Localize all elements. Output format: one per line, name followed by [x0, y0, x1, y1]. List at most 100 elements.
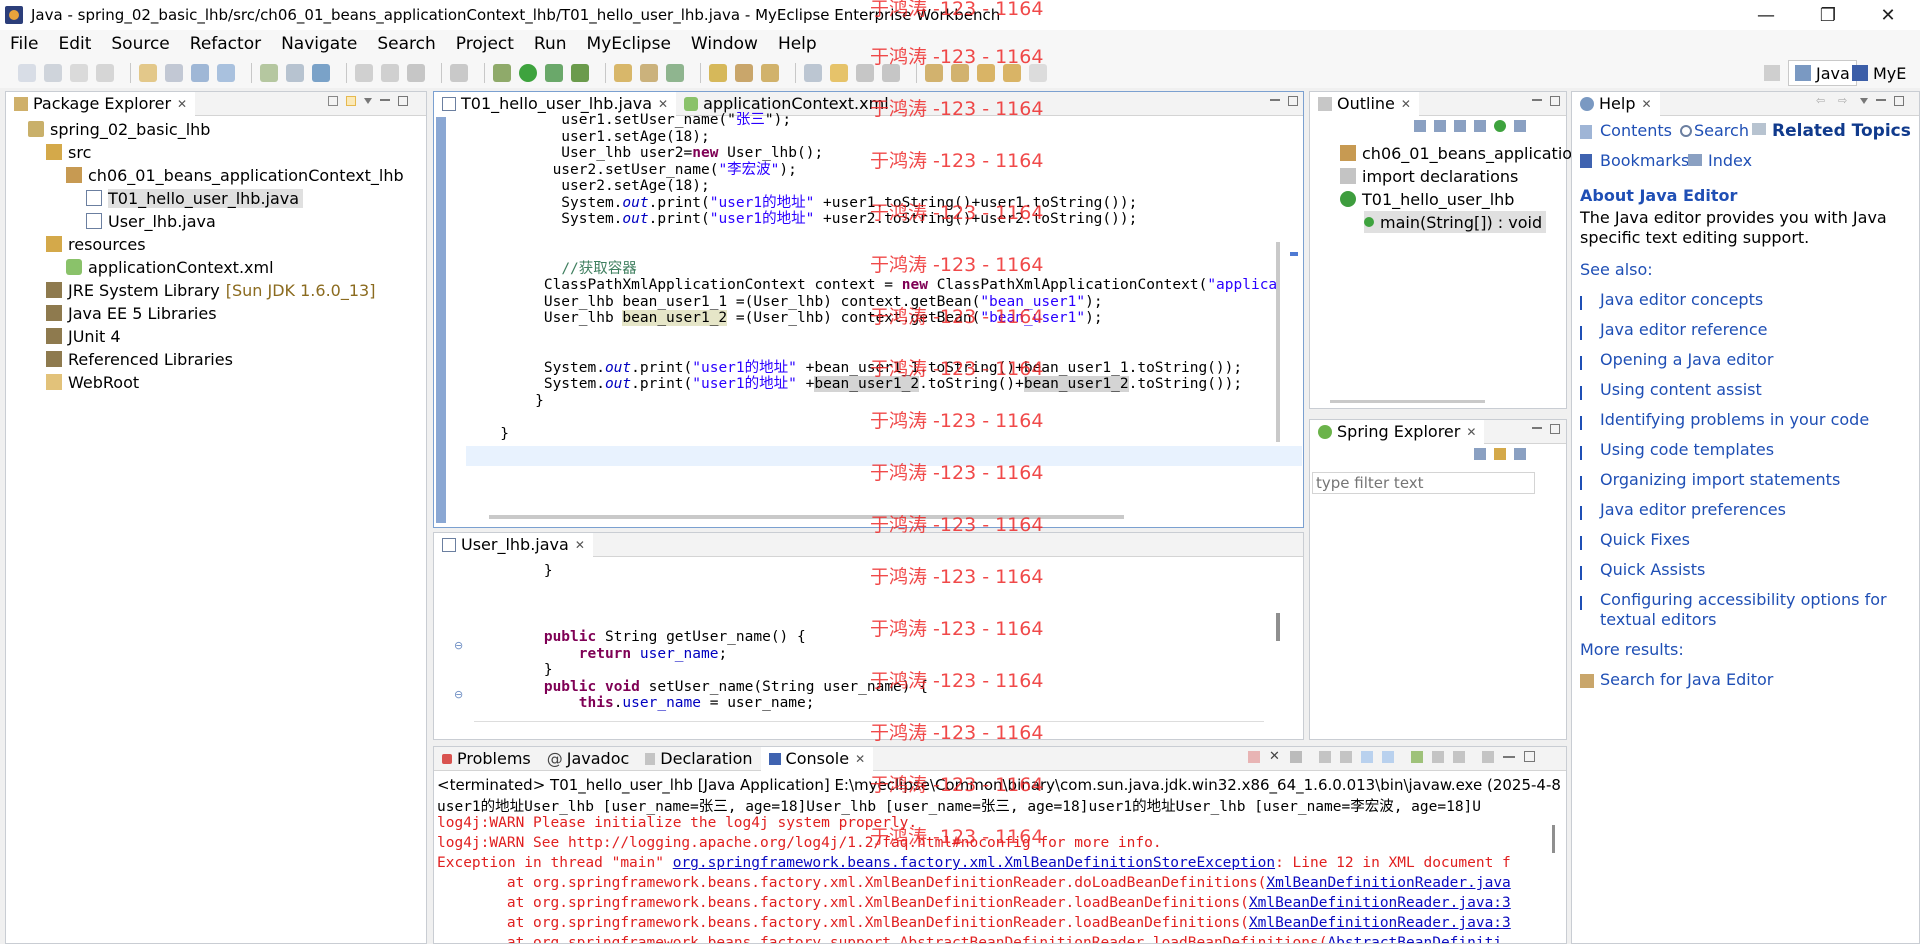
- help-contents-link[interactable]: Contents: [1600, 121, 1672, 140]
- hide-nonpublic-icon[interactable]: [1494, 120, 1506, 132]
- minimize-view-icon[interactable]: [380, 98, 390, 101]
- hide-fields-icon[interactable]: [1454, 120, 1466, 132]
- help-link-item[interactable]: Java editor preferences: [1600, 500, 1786, 519]
- menu-run[interactable]: Run: [534, 34, 567, 54]
- search-tool-icon[interactable]: [735, 64, 753, 82]
- help-link-item[interactable]: Quick Fixes: [1600, 530, 1690, 549]
- hide-static-icon[interactable]: [1474, 120, 1486, 132]
- sort-icon[interactable]: [1514, 448, 1526, 460]
- help-search-link[interactable]: Search: [1694, 121, 1749, 140]
- new-icon[interactable]: [18, 64, 36, 82]
- tab-declaration[interactable]: Declaration: [637, 747, 760, 771]
- tab-javadoc[interactable]: @ Javadoc: [539, 747, 638, 771]
- perspective-java[interactable]: Java: [1788, 60, 1857, 86]
- new-java-project-icon[interactable]: [614, 64, 632, 82]
- tab-spring-explorer[interactable]: Spring Explorer ✕: [1310, 419, 1485, 444]
- stack-source-link[interactable]: XmlBeanDefinitionReader.java:3: [1249, 915, 1511, 931]
- pin-console-icon[interactable]: [1411, 751, 1423, 763]
- menu-navigate[interactable]: Navigate: [281, 34, 357, 54]
- help-search-for-link[interactable]: Search for Java Editor: [1600, 670, 1773, 689]
- help-bookmarks-link[interactable]: Bookmarks: [1600, 151, 1689, 170]
- web-service-icon[interactable]: [217, 64, 235, 82]
- browser-icon[interactable]: [312, 64, 330, 82]
- tree-javaee[interactable]: Java EE 5 Libraries: [46, 302, 217, 324]
- maximize-button[interactable]: ❐: [1798, 0, 1858, 30]
- perspective-myeclipse[interactable]: MyE: [1852, 60, 1906, 86]
- close-icon[interactable]: ✕: [1641, 97, 1651, 111]
- tree-project[interactable]: spring_02_basic_lhb: [28, 118, 210, 140]
- stack-source-link[interactable]: AbstractBeanDefiniti: [1327, 935, 1502, 943]
- menu-search[interactable]: Search: [377, 34, 435, 54]
- menu-help[interactable]: Help: [778, 34, 817, 54]
- maximize-view-icon[interactable]: [1894, 96, 1904, 106]
- show-on-stdout-icon[interactable]: [1361, 751, 1373, 763]
- tree-file-t01[interactable]: T01_hello_user_lhb.java: [86, 187, 304, 209]
- help-link-item[interactable]: Quick Assists: [1600, 560, 1705, 579]
- menu-project[interactable]: Project: [456, 34, 514, 54]
- tree-resources[interactable]: resources: [46, 233, 146, 255]
- close-icon[interactable]: ✕: [855, 752, 865, 766]
- mark-occurrences-icon[interactable]: [804, 64, 822, 82]
- console-icon[interactable]: [450, 64, 468, 82]
- minimize-view-icon[interactable]: [1532, 98, 1542, 101]
- display-console-icon[interactable]: [1432, 751, 1444, 763]
- tree-package[interactable]: ch06_01_beans_applicationContext_lhb: [66, 164, 404, 186]
- collapse-all-icon[interactable]: [328, 96, 338, 106]
- coverage-icon[interactable]: [571, 64, 589, 82]
- highlight-icon[interactable]: [830, 64, 848, 82]
- tree-jre[interactable]: JRE System Library [Sun JDK 1.6.0_13]: [46, 279, 375, 301]
- help-link-item[interactable]: Java editor reference: [1600, 320, 1767, 339]
- deploy-icon[interactable]: [191, 64, 209, 82]
- toggle-icon[interactable]: [407, 64, 425, 82]
- collapse-all-icon[interactable]: [1414, 120, 1426, 132]
- spring-filter-input[interactable]: [1312, 472, 1535, 494]
- view-menu-icon[interactable]: [1860, 98, 1868, 106]
- open-perspective-button[interactable]: [1764, 60, 1780, 86]
- annotation-icon[interactable]: [761, 64, 779, 82]
- collapse-all-icon[interactable]: [1474, 448, 1486, 460]
- tab-console[interactable]: Console ✕: [760, 746, 874, 771]
- print-icon[interactable]: [96, 64, 114, 82]
- stack-source-link[interactable]: XmlBeanDefinitionReader.java: [1266, 875, 1510, 891]
- editor-vscroll[interactable]: [1276, 613, 1280, 641]
- run-external-icon[interactable]: [545, 64, 563, 82]
- forward-icon[interactable]: ⇨: [1838, 95, 1852, 106]
- view-menu-icon[interactable]: [1482, 751, 1494, 763]
- show-on-stderr-icon[interactable]: [1382, 751, 1394, 763]
- new-class-icon[interactable]: [666, 64, 684, 82]
- editor-vscroll[interactable]: [1276, 242, 1280, 442]
- remove-launch-icon[interactable]: ✕: [1269, 750, 1281, 763]
- menu-refactor[interactable]: Refactor: [190, 34, 261, 54]
- tree-referenced[interactable]: Referenced Libraries: [46, 348, 233, 370]
- tree-xml[interactable]: applicationContext.xml: [66, 256, 274, 278]
- link-editor-icon[interactable]: [346, 96, 356, 106]
- menu-source[interactable]: Source: [111, 34, 169, 54]
- tab-problems[interactable]: Problems: [434, 747, 539, 771]
- editor-hscroll[interactable]: [474, 721, 1264, 731]
- new-package-icon[interactable]: [640, 64, 658, 82]
- view-menu-icon[interactable]: [364, 98, 372, 106]
- tree-file-user[interactable]: User_lhb.java: [86, 210, 216, 232]
- minimize-view-icon[interactable]: [1503, 755, 1515, 758]
- close-icon[interactable]: ✕: [1466, 425, 1476, 439]
- tab-package-explorer[interactable]: Package Explorer ✕: [6, 91, 196, 116]
- close-icon[interactable]: ✕: [1401, 97, 1411, 111]
- tree-junit[interactable]: JUnit 4: [46, 325, 121, 347]
- link-editor-icon[interactable]: [1494, 448, 1506, 460]
- outline-item-package[interactable]: ch06_01_beans_application: [1340, 142, 1582, 164]
- sort-icon[interactable]: [1434, 120, 1446, 132]
- stack-source-link[interactable]: XmlBeanDefinitionReader.java:3: [1249, 895, 1511, 911]
- maximize-view-icon[interactable]: [398, 96, 408, 106]
- minimize-button[interactable]: —: [1736, 0, 1796, 30]
- menu-edit[interactable]: Edit: [58, 34, 91, 54]
- outline-hscroll[interactable]: [1330, 400, 1485, 403]
- close-icon[interactable]: ✕: [575, 538, 585, 552]
- open-type-icon[interactable]: [260, 64, 278, 82]
- minimize-view-icon[interactable]: [1532, 426, 1542, 429]
- outline-item-main[interactable]: main(String[]) : void: [1364, 211, 1547, 233]
- open-resource-icon[interactable]: [286, 64, 304, 82]
- close-icon[interactable]: ✕: [177, 97, 187, 111]
- tab-user-java[interactable]: User_lhb.java ✕: [434, 532, 593, 557]
- save-all-icon[interactable]: [70, 64, 88, 82]
- remove-all-icon[interactable]: [1290, 751, 1302, 763]
